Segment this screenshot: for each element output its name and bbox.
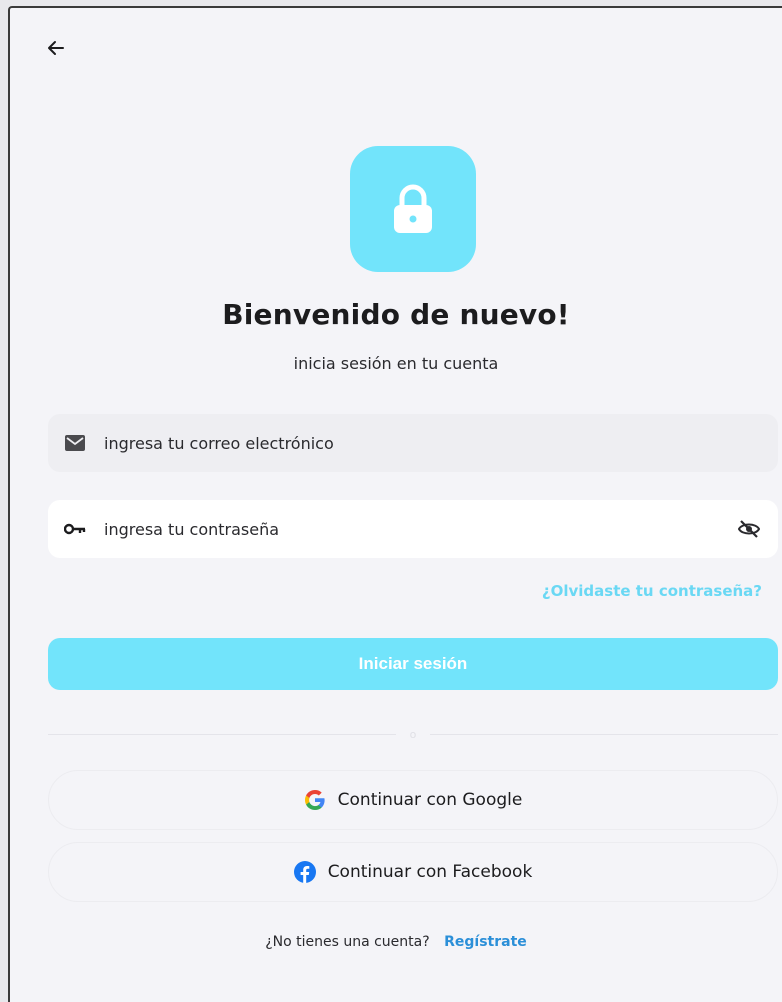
email-input[interactable] bbox=[104, 433, 762, 453]
page-subtitle: inicia sesión en tu cuenta bbox=[293, 354, 499, 373]
login-screen: Bienvenido de nuevo! inicia sesión en tu… bbox=[8, 6, 782, 1002]
password-field[interactable] bbox=[48, 500, 778, 558]
signup-prompt: ¿No tienes una cuenta? bbox=[265, 934, 430, 950]
divider: o bbox=[48, 726, 779, 742]
login-button[interactable]: Iniciar sesión bbox=[48, 638, 778, 690]
facebook-icon bbox=[293, 861, 316, 883]
mail-icon bbox=[64, 432, 86, 454]
signup-link[interactable]: Regístrate bbox=[444, 934, 527, 950]
lock-icon bbox=[394, 184, 432, 233]
arrow-left-icon bbox=[48, 41, 64, 55]
google-icon bbox=[304, 789, 326, 811]
key-icon bbox=[64, 518, 86, 540]
google-login-button[interactable]: Continuar con Google bbox=[48, 770, 778, 830]
divider-line-left bbox=[48, 733, 396, 735]
facebook-login-label: Continuar con Facebook bbox=[327, 862, 533, 882]
back-button[interactable] bbox=[40, 32, 72, 64]
divider-text: o bbox=[409, 727, 417, 741]
facebook-login-button[interactable]: Continuar con Facebook bbox=[48, 842, 778, 902]
page-title: Bienvenido de nuevo! bbox=[222, 298, 570, 331]
email-field[interactable] bbox=[48, 414, 778, 472]
password-input[interactable] bbox=[104, 519, 736, 539]
google-login-label: Continuar con Google bbox=[337, 790, 523, 810]
signup-row: ¿No tienes una cuenta? Regístrate bbox=[10, 934, 782, 950]
divider-line-right bbox=[430, 733, 779, 735]
eye-off-icon[interactable] bbox=[736, 516, 762, 542]
forgot-password-link[interactable]: ¿Olvidaste tu contraseña? bbox=[542, 582, 762, 600]
app-logo bbox=[350, 146, 476, 272]
